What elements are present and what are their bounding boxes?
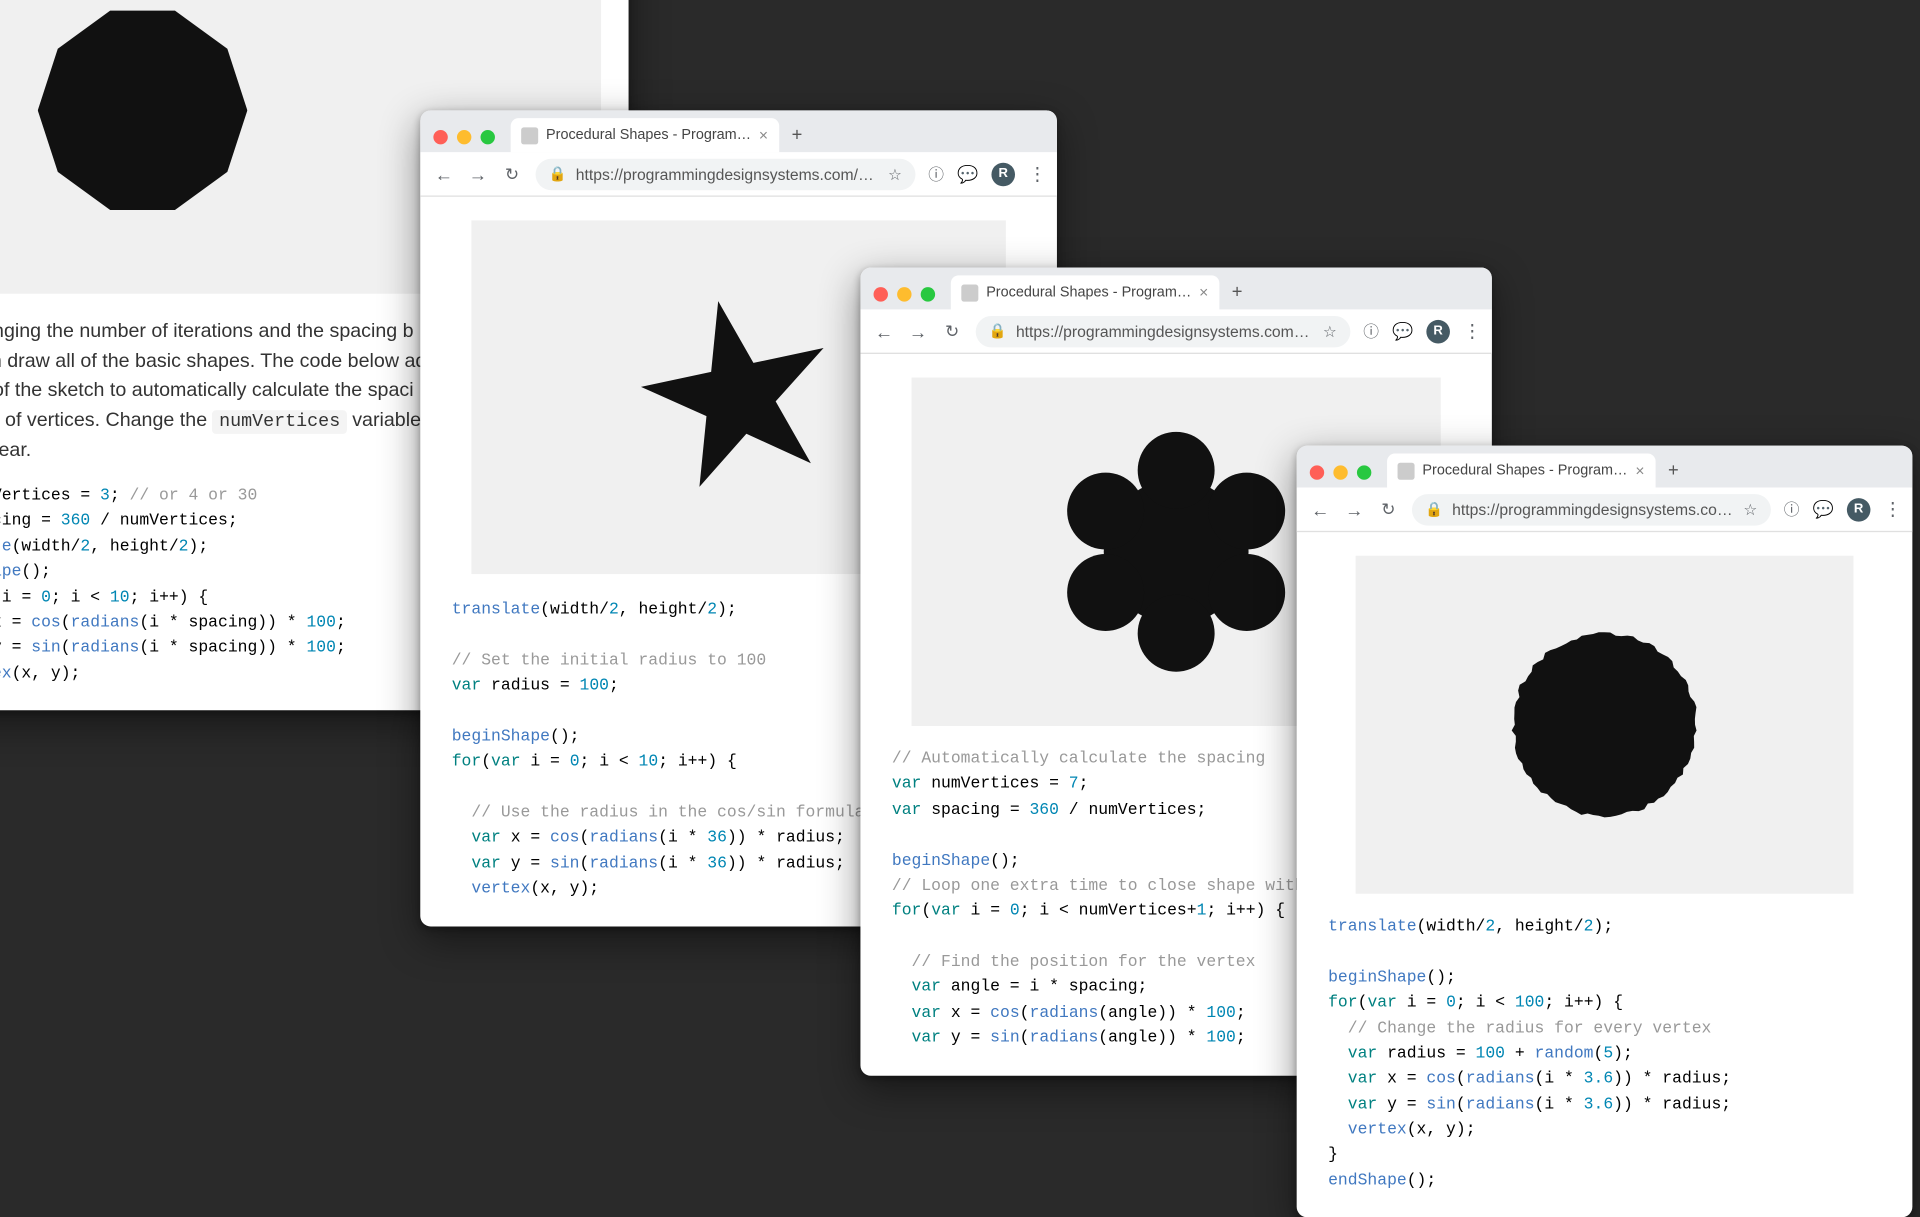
inline-code: numVertices: [213, 410, 347, 434]
tab-bar: Procedural Shapes - Program… × +: [860, 268, 1491, 310]
bookmark-star-icon[interactable]: ☆: [1323, 322, 1337, 340]
close-tab-button[interactable]: ×: [1635, 461, 1644, 479]
url-text: https://programmingdesignsystems.com/sha…: [1016, 322, 1314, 340]
tab-bar: Procedural Shapes - Program… × +: [1297, 446, 1913, 488]
lock-icon: 🔒: [1425, 501, 1443, 518]
comment-icon[interactable]: 💬: [1813, 499, 1834, 520]
tab-title: Procedural Shapes - Program…: [546, 127, 751, 143]
address-bar[interactable]: 🔒 https://programmingdesignsystems.com/s…: [976, 315, 1350, 346]
close-window-button[interactable]: [1310, 465, 1324, 479]
tab-title: Procedural Shapes - Program…: [1422, 463, 1627, 479]
favicon-icon: [521, 127, 538, 144]
text: will appear.: [0, 438, 31, 460]
window-controls: [428, 130, 503, 152]
text: on top of the sketch to automatically ca…: [0, 379, 414, 401]
url-text: https://programmingdesignsystems.com/sha…: [1452, 500, 1734, 518]
browser-tab[interactable]: Procedural Shapes - Program… ×: [1387, 454, 1655, 488]
close-window-button[interactable]: [874, 287, 888, 301]
close-tab-button[interactable]: ×: [759, 126, 768, 144]
code-block: translate(width/2, height/2); beginShape…: [1328, 915, 1881, 1194]
page-content: translate(width/2, height/2); beginShape…: [1297, 532, 1913, 1217]
comment-icon[interactable]: 💬: [957, 163, 978, 184]
back-button[interactable]: [1310, 499, 1331, 520]
shape-star: [640, 299, 837, 496]
minimize-window-button[interactable]: [897, 287, 911, 301]
back-button[interactable]: [433, 163, 454, 184]
shape-noisy-circle: [1506, 626, 1703, 823]
reload-button[interactable]: [502, 163, 523, 184]
minimize-window-button[interactable]: [1333, 465, 1347, 479]
tab-bar: Procedural Shapes - Program… × +: [420, 110, 1057, 152]
page-info-icon[interactable]: ⓘ: [1363, 320, 1379, 342]
bookmark-star-icon[interactable]: ☆: [1743, 500, 1757, 518]
text: you can draw all of the basic shapes. Th…: [0, 349, 426, 371]
maximize-window-button[interactable]: [921, 287, 935, 301]
forward-button[interactable]: [467, 163, 488, 184]
favicon-icon: [961, 284, 978, 301]
new-tab-button[interactable]: +: [1663, 459, 1684, 480]
browser-toolbar: 🔒 https://programmingdesignsystems.com/s…: [860, 309, 1491, 354]
profile-avatar[interactable]: R: [991, 162, 1015, 186]
maximize-window-button[interactable]: [1357, 465, 1371, 479]
text: number of vertices. Change the: [0, 408, 213, 430]
shape-flower: [1052, 427, 1301, 676]
forward-button[interactable]: [908, 321, 929, 342]
browser-window-3: Procedural Shapes - Program… × + 🔒 https…: [1297, 446, 1913, 1217]
forward-button[interactable]: [1344, 499, 1365, 520]
overflow-menu-icon[interactable]: ⋮: [1884, 498, 1900, 520]
close-window-button[interactable]: [433, 130, 447, 144]
maximize-window-button[interactable]: [481, 130, 495, 144]
new-tab-button[interactable]: +: [1227, 281, 1248, 302]
overflow-menu-icon[interactable]: ⋮: [1463, 320, 1479, 342]
text: By changing the number of iterations and…: [0, 320, 414, 342]
minimize-window-button[interactable]: [457, 130, 471, 144]
close-tab-button[interactable]: ×: [1199, 283, 1208, 301]
address-bar[interactable]: 🔒 https://programmingdesignsystems.com/s…: [536, 158, 916, 189]
page-info-icon[interactable]: ⓘ: [1784, 498, 1800, 520]
address-bar[interactable]: 🔒 https://programmingdesignsystems.com/s…: [1412, 493, 1771, 524]
browser-tab[interactable]: Procedural Shapes - Program… ×: [511, 118, 779, 152]
reload-button[interactable]: [1378, 499, 1399, 520]
profile-avatar[interactable]: R: [1426, 319, 1450, 343]
lock-icon: 🔒: [989, 323, 1007, 340]
browser-toolbar: 🔒 https://programmingdesignsystems.com/s…: [1297, 488, 1913, 533]
window-controls: [868, 287, 943, 309]
profile-avatar[interactable]: R: [1847, 497, 1871, 521]
comment-icon[interactable]: 💬: [1392, 321, 1413, 342]
new-tab-button[interactable]: +: [786, 123, 807, 144]
sketch-canvas: [1356, 556, 1854, 894]
reload-button[interactable]: [942, 321, 963, 342]
shape-decagon: [38, 6, 248, 216]
browser-tab[interactable]: Procedural Shapes - Program… ×: [951, 275, 1219, 309]
tab-title: Procedural Shapes - Program…: [986, 285, 1191, 301]
overflow-menu-icon[interactable]: ⋮: [1028, 163, 1044, 185]
bookmark-star-icon[interactable]: ☆: [888, 165, 902, 183]
favicon-icon: [1398, 462, 1415, 479]
window-controls: [1305, 465, 1380, 487]
page-info-icon[interactable]: ⓘ: [928, 163, 944, 185]
lock-icon: 🔒: [549, 165, 567, 182]
url-text: https://programmingdesignsystems.com/sha…: [576, 165, 879, 183]
back-button[interactable]: [874, 321, 895, 342]
browser-toolbar: 🔒 https://programmingdesignsystems.com/s…: [420, 152, 1057, 197]
